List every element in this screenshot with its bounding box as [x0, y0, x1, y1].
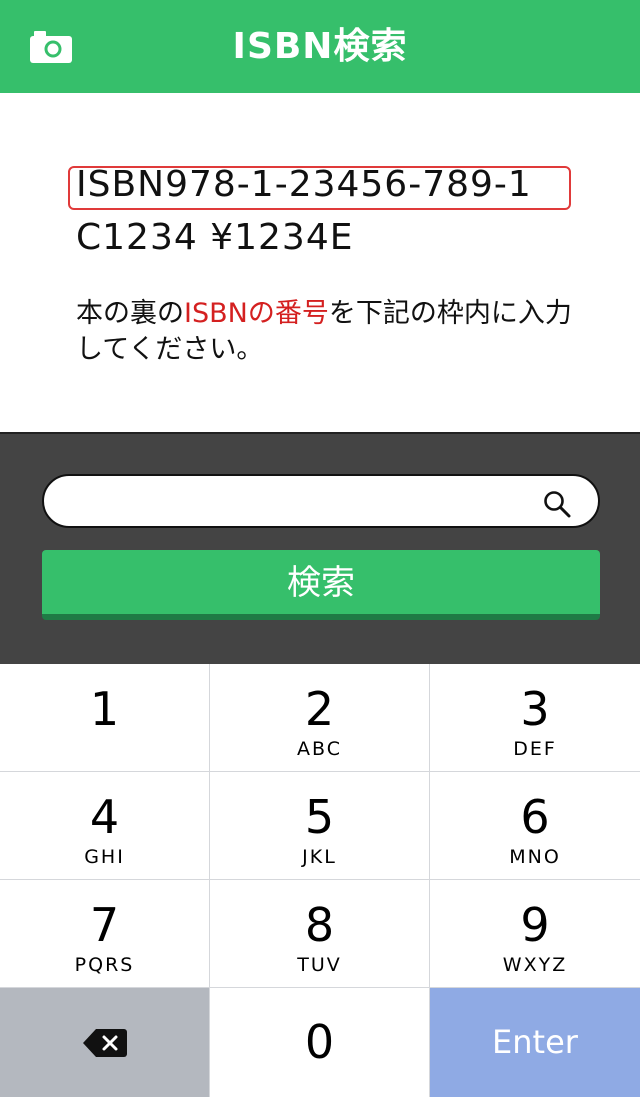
- key-digit: 7: [89, 898, 120, 952]
- key-digit: 6: [520, 790, 550, 844]
- key-digit: 8: [304, 898, 335, 952]
- key-3[interactable]: 3 DEF: [430, 664, 640, 771]
- key-digit: 4: [89, 790, 120, 844]
- enter-key[interactable]: Enter: [430, 988, 640, 1097]
- isbn-example: ISBN978-1-23456-789-1: [76, 164, 532, 205]
- key-digit: 5: [304, 790, 335, 844]
- code-example: C1234 ¥1234E: [76, 217, 354, 258]
- instruction-highlight: ISBNの番号: [184, 298, 329, 329]
- key-letters: WXYZ: [502, 954, 568, 976]
- key-4[interactable]: 4 GHI: [0, 772, 209, 879]
- search-button[interactable]: 検索: [42, 550, 600, 620]
- page-title: ISBN検索: [232, 26, 408, 67]
- key-letters: DEF: [513, 738, 557, 760]
- key-2[interactable]: 2 ABC: [210, 664, 429, 771]
- isbn-info: ISBN978-1-23456-789-1 C1234 ¥1234E 本の裏のI…: [0, 93, 640, 432]
- backspace-icon: [83, 1029, 127, 1057]
- numeric-keypad: 1 2 ABC 3 DEF 4 GHI 5 JKL 6 MNO 7 PQRS 8…: [0, 664, 640, 1097]
- key-digit: 0: [304, 1015, 335, 1069]
- instruction-text: 本の裏のISBNの番号を下記の枠内に入力してください。: [76, 296, 596, 368]
- search-field[interactable]: [42, 474, 600, 528]
- key-letters: TUV: [297, 954, 342, 976]
- app-header: ISBN検索: [0, 0, 640, 93]
- key-1[interactable]: 1: [0, 664, 209, 771]
- key-digit: 1: [89, 682, 120, 736]
- key-7[interactable]: 7 PQRS: [0, 880, 209, 987]
- key-9[interactable]: 9 WXYZ: [430, 880, 640, 987]
- key-letters: JKL: [302, 846, 337, 868]
- enter-label: Enter: [492, 1023, 578, 1061]
- key-letters: GHI: [84, 846, 125, 868]
- instruction-prefix: 本の裏の: [76, 298, 184, 329]
- key-0[interactable]: 0: [210, 988, 429, 1097]
- delete-key[interactable]: [0, 988, 209, 1097]
- key-digit: 2: [304, 682, 335, 736]
- key-digit: 3: [520, 682, 550, 736]
- key-5[interactable]: 5 JKL: [210, 772, 429, 879]
- key-letters: ABC: [297, 738, 342, 760]
- key-8[interactable]: 8 TUV: [210, 880, 429, 987]
- key-letters: MNO: [509, 846, 561, 868]
- key-letters: PQRS: [74, 954, 135, 976]
- search-panel: 検索: [0, 432, 640, 664]
- search-icon[interactable]: [542, 489, 572, 519]
- key-digit: 9: [520, 898, 550, 952]
- key-6[interactable]: 6 MNO: [430, 772, 640, 879]
- isbn-input[interactable]: [64, 484, 534, 520]
